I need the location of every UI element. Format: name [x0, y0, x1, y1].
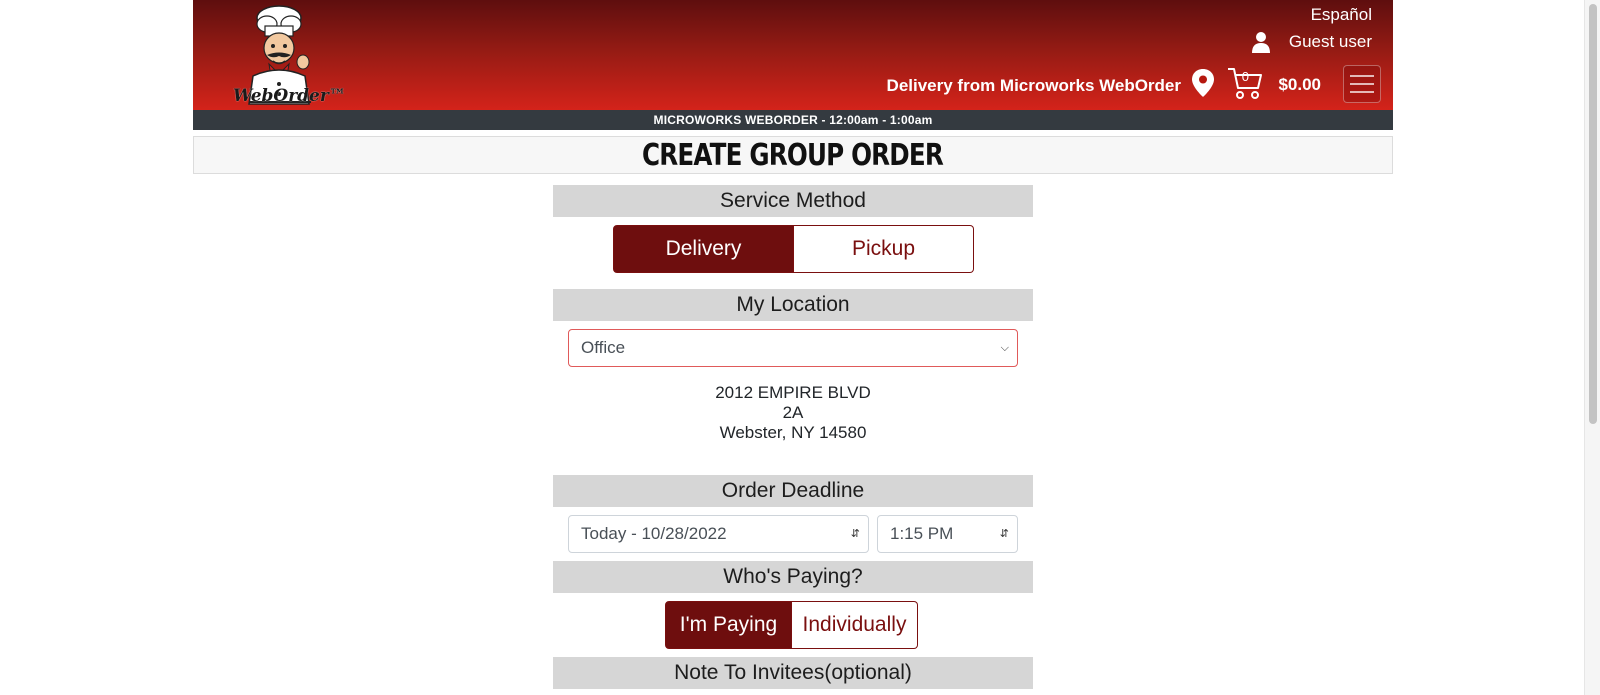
individually-button[interactable]: Individually — [792, 601, 918, 649]
location-select-value: Office — [581, 338, 626, 357]
user-label: Guest user — [1288, 32, 1372, 51]
hamburger-menu-button[interactable] — [1343, 65, 1381, 103]
whos-paying-heading: Who's Paying? — [553, 561, 1033, 593]
cart-total[interactable]: $0.00 — [1278, 75, 1321, 95]
im-paying-button[interactable]: I'm Paying — [665, 601, 792, 649]
order-deadline-heading: Order Deadline — [553, 475, 1033, 507]
title-bar: Create Group Order — [193, 136, 1393, 174]
store-hours-banner: MICROWORKS WEBORDER - 12:00am - 1:00am — [193, 110, 1393, 130]
chevron-down-icon: ⌵ — [1000, 342, 1009, 354]
delivery-button[interactable]: Delivery — [613, 225, 794, 273]
menu-line — [1350, 83, 1374, 85]
menu-line — [1350, 75, 1374, 77]
page-container: WebOrder™ Español Guest user Delivery fr… — [193, 0, 1393, 174]
menu-line — [1350, 91, 1374, 93]
deadline-date-select[interactable]: Today - 10/28/2022 ⇵ — [568, 515, 869, 553]
address-line-2: 2A — [782, 403, 804, 422]
paying-toggle: I'm Paying Individually — [665, 601, 918, 649]
location-select[interactable]: Office ⌵ — [568, 329, 1018, 367]
note-heading: Note To Invitees(optional) — [553, 657, 1033, 689]
page-scrollbar[interactable] — [1584, 0, 1600, 695]
language-link[interactable]: Español — [1311, 5, 1372, 25]
deadline-time-select[interactable]: 1:15 PM ⇵ — [877, 515, 1018, 553]
my-location-heading: My Location — [553, 289, 1033, 321]
user-account[interactable]: Guest user — [1251, 31, 1372, 53]
logo-text: WebOrder™ — [233, 86, 346, 106]
page-title: Create Group Order — [642, 138, 945, 173]
delivery-from-label[interactable]: Delivery from Microworks WebOrder — [887, 76, 1181, 96]
user-icon — [1251, 32, 1270, 53]
sort-arrows-icon: ⇵ — [999, 528, 1009, 540]
cart-count: 0 — [1241, 69, 1249, 84]
service-method-toggle: Delivery Pickup — [613, 225, 974, 273]
address-line-3: Webster, NY 14580 — [719, 423, 867, 442]
deadline-date-value: Today - 10/28/2022 — [581, 524, 727, 543]
deadline-time-value: 1:15 PM — [890, 524, 954, 543]
scrollbar-thumb[interactable] — [1589, 4, 1597, 424]
site-header: WebOrder™ Español Guest user Delivery fr… — [193, 0, 1393, 110]
pickup-button[interactable]: Pickup — [794, 225, 974, 273]
address-line-1: 2012 EMPIRE BLVD — [715, 383, 871, 402]
service-method-heading: Service Method — [553, 185, 1033, 217]
location-pin-icon[interactable] — [1191, 68, 1215, 98]
sort-arrows-icon: ⇵ — [850, 528, 860, 540]
